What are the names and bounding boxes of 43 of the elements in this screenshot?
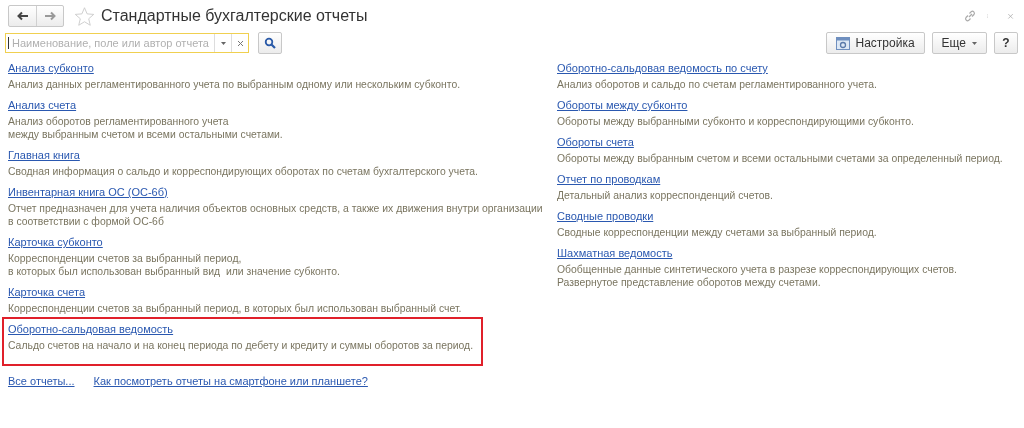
report-link[interactable]: Шахматная ведомость [557,246,673,260]
more-button[interactable]: Еще [931,32,987,54]
report-description: Анализ данных регламентированного учета по выбранным одному или нескольким субконто. [8,78,462,91]
report-description: Отчет предназначен для учета наличия объектов основных средств, а также их движения внутри организации в соответствии с формой ОС-6б [8,202,544,228]
search-icon [264,37,276,49]
search-button[interactable] [258,32,282,54]
window-title: Стандартные бухгалтерские отчеты [101,7,368,25]
settings-icon [835,36,850,50]
star-icon[interactable] [74,5,95,27]
footer-link[interactable]: Все отчеты... [8,374,75,388]
report-description: Сводные корреспонденции между счетами за выбранный период. [557,226,878,239]
clear-icon[interactable] [236,39,244,47]
report-description: Обобщенные данные синтетического учета в разрезе корреспондирующих счетов. Развернутое представление оборотов между счетами. [557,263,958,289]
help-button[interactable]: ? [994,32,1018,54]
report-link[interactable]: Анализ субконто [8,61,94,75]
report-link[interactable]: Сводные проводки [557,209,654,223]
link-icon[interactable] [963,9,977,23]
report-link[interactable]: Отчет по проводкам [557,172,661,186]
report-link[interactable]: Карточка субконто [8,235,103,249]
report-description: Анализ оборотов и сальдо по счетам регламентированного учета. [557,78,878,91]
report-description: Обороты между выбранными субконто и корреспондирующими субконто. [557,115,915,128]
report-link[interactable]: Оборотно-сальдовая ведомость [8,322,174,336]
report-link[interactable]: Карточка счета [8,285,86,299]
search-field[interactable]: Наименование, поле или автор отчета [5,33,249,53]
report-description: Сальдо счетов на начало и на конец периода по дебету и кредиту и суммы оборотов за период. [8,339,474,352]
report-link[interactable]: Оборотно-сальдовая ведомость по счету [557,61,768,75]
caret-icon[interactable] [220,41,226,45]
arrow-right-icon [44,11,56,21]
report-description: Детальный анализ корреспонденций счетов. [557,189,774,202]
report-description: Корреспонденции счетов за выбранный период, в которых был использован выбранный вид или значение субконто. [8,252,341,278]
caret-icon [972,41,977,45]
settings-button[interactable]: Настройка [825,32,925,54]
report-link[interactable]: Обороты между субконто [557,98,688,112]
report-description: Корреспонденции счетов за выбранный период, в которых был использован выбранный счет. [8,302,463,315]
report-description: Сводная информация о сальдо и корреспондирующих оборотах по счетам бухгалтерского учета. [8,165,479,178]
report-description: Обороты между выбранным счетом и всеми остальными счетами за определенный период. [557,152,1004,165]
report-link[interactable]: Главная книга [8,148,80,162]
report-link[interactable]: Анализ счета [8,98,77,112]
report-link[interactable]: Инвентарная книга ОС (ОС-6б) [8,185,168,199]
arrow-left-icon [16,11,29,21]
footer-link[interactable]: Как посмотреть отчеты на смартфоне или планшете? [93,374,368,388]
report-link[interactable]: Обороты счета [557,135,634,149]
report-description: Анализ оборотов регламентированного учета между выбранным счетом и всеми остальными счетами. [8,115,284,141]
